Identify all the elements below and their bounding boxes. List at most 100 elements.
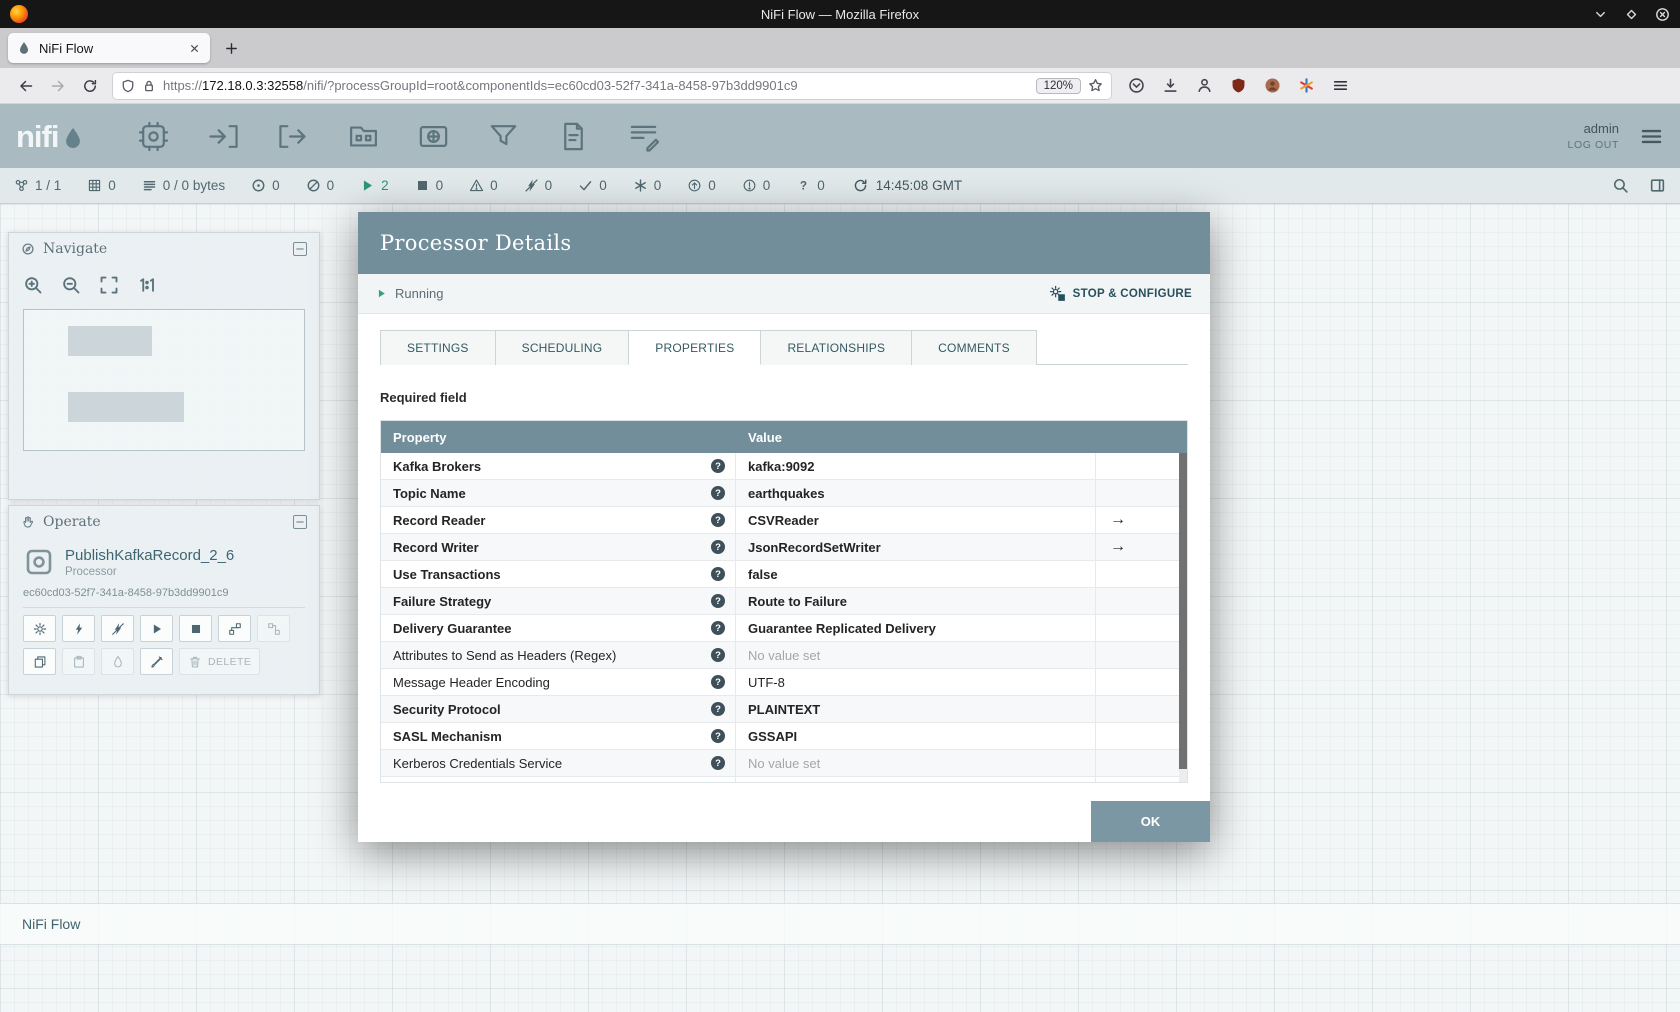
pocket-icon[interactable] [1128,77,1145,94]
copy-button[interactable] [23,648,56,675]
property-row[interactable]: Record Writer? JsonRecordSetWriter → [381,534,1187,561]
logout-link[interactable]: LOG OUT [1568,139,1619,151]
help-icon[interactable]: ? [711,675,725,689]
property-value[interactable]: JsonRecordSetWriter [736,534,1096,560]
tab-settings[interactable]: SETTINGS [380,330,496,365]
property-row[interactable]: Kerberos Credentials Service? No value se… [381,750,1187,777]
remote-group-tool-icon[interactable] [417,120,450,153]
property-value[interactable]: Guarantee Replicated Delivery [736,615,1096,641]
lock-icon[interactable] [142,79,156,93]
collapse-operate-button[interactable] [293,515,307,529]
bookmark-star-icon[interactable] [1088,78,1103,93]
tab-relationships[interactable]: RELATIONSHIPS [760,330,913,365]
help-icon[interactable]: ? [711,513,725,527]
help-icon[interactable]: ? [711,729,725,743]
global-menu-icon[interactable] [1639,124,1664,149]
close-circle-window-icon[interactable] [1655,7,1670,22]
property-value[interactable]: No value set [736,642,1096,668]
help-icon[interactable]: ? [711,459,725,473]
configure-button[interactable] [23,615,56,642]
property-value[interactable]: No value set [736,750,1096,776]
tab-scheduling[interactable]: SCHEDULING [494,330,630,365]
property-value[interactable]: earthquakes [736,480,1096,506]
disable-button[interactable] [101,615,134,642]
process-group-tool-icon[interactable] [347,120,380,153]
property-value[interactable]: Route to Failure [736,588,1096,614]
menu-icon[interactable] [1332,77,1349,94]
input-port-tool-icon[interactable] [207,120,240,153]
zoom-in-icon[interactable] [23,275,43,295]
property-row[interactable]: Use Transactions? false [381,561,1187,588]
goto-service-icon[interactable]: → [1110,511,1126,529]
help-icon[interactable]: ? [711,486,725,500]
one-one-icon[interactable] [137,275,157,295]
property-row[interactable]: Attributes to Send as Headers (Regex)? No… [381,642,1187,669]
table-scrollbar-thumb[interactable] [1179,453,1187,769]
stop-button[interactable] [179,615,212,642]
forward-button[interactable] [50,78,66,94]
help-icon[interactable]: ? [711,540,725,554]
download-icon[interactable] [1162,77,1179,94]
property-row[interactable]: Failure Strategy? Route to Failure [381,588,1187,615]
property-value[interactable]: false [736,561,1096,587]
tab-comments[interactable]: COMMENTS [911,330,1037,365]
group-button[interactable] [218,615,251,642]
birdseye-minimap[interactable] [23,309,305,451]
chevron-down-window-icon[interactable] [1593,7,1608,22]
property-value[interactable]: No value set [736,777,1096,782]
property-row[interactable]: SASL Mechanism? GSSAPI [381,723,1187,750]
ublock-icon[interactable] [1230,77,1247,94]
browser-tab[interactable]: NiFi Flow [8,33,210,63]
tab-close-icon[interactable] [188,42,201,55]
funnel-tool-icon[interactable] [487,120,520,153]
enable-button[interactable] [62,615,95,642]
diamond-window-icon[interactable] [1624,7,1639,22]
property-row[interactable]: Security Protocol? PLAINTEXT [381,696,1187,723]
avatar-icon[interactable] [1264,77,1281,94]
property-value[interactable]: kafka:9092 [736,453,1096,479]
help-icon[interactable]: ? [711,756,725,770]
panel-toggle-icon[interactable] [1649,177,1666,194]
url-bar[interactable]: https://172.18.0.3:32558/nifi/?processGr… [112,71,1112,100]
property-value[interactable]: PLAINTEXT [736,696,1096,722]
reload-button[interactable] [82,78,98,94]
back-button[interactable] [18,78,34,94]
tab-properties[interactable]: PROPERTIES [628,330,762,365]
property-row[interactable]: Delivery Guarantee? Guarantee Replicated … [381,615,1187,642]
help-icon[interactable]: ? [711,621,725,635]
pinwheel-icon[interactable] [1298,77,1315,94]
account-icon[interactable] [1196,77,1213,94]
flow-canvas[interactable]: Navigate Operate PublishKafkaRecord_2_6 [0,204,1680,1012]
change-color-button[interactable] [140,648,173,675]
help-icon[interactable]: ? [711,567,725,581]
label-tool-icon[interactable] [627,120,660,153]
search-icon[interactable] [1612,177,1629,194]
property-row[interactable]: Topic Name? earthquakes [381,480,1187,507]
ok-button[interactable]: OK [1091,801,1210,842]
stop-and-configure-button[interactable]: STOP & CONFIGURE [1049,285,1192,302]
property-value[interactable]: GSSAPI [736,723,1096,749]
zoom-level-badge[interactable]: 120% [1035,77,1081,94]
help-icon[interactable]: ? [711,594,725,608]
property-row[interactable]: Message Header Encoding? UTF-8 [381,669,1187,696]
new-tab-button[interactable] [224,41,239,56]
template-tool-icon[interactable] [557,120,590,153]
help-icon[interactable]: ? [711,702,725,716]
collapse-navigate-button[interactable] [293,242,307,256]
refresh-icon[interactable] [853,178,868,193]
processor-tool-icon[interactable] [137,120,170,153]
tracking-shield-icon[interactable] [121,79,135,93]
property-row[interactable]: Kafka Brokers? kafka:9092 [381,453,1187,480]
property-row[interactable]: Kerberos Service Name?No value set [381,777,1187,782]
goto-service-icon[interactable]: → [1110,538,1126,556]
property-row[interactable]: Record Reader? CSVReader → [381,507,1187,534]
zoom-out-icon[interactable] [61,275,81,295]
property-value[interactable]: CSVReader [736,507,1096,533]
fit-icon[interactable] [99,275,119,295]
property-value[interactable]: UTF-8 [736,669,1096,695]
output-port-tool-icon[interactable] [277,120,310,153]
table-scrollbar[interactable] [1179,453,1187,782]
start-button[interactable] [140,615,173,642]
help-icon[interactable]: ? [711,648,725,662]
breadcrumb[interactable]: NiFi Flow [22,916,80,932]
